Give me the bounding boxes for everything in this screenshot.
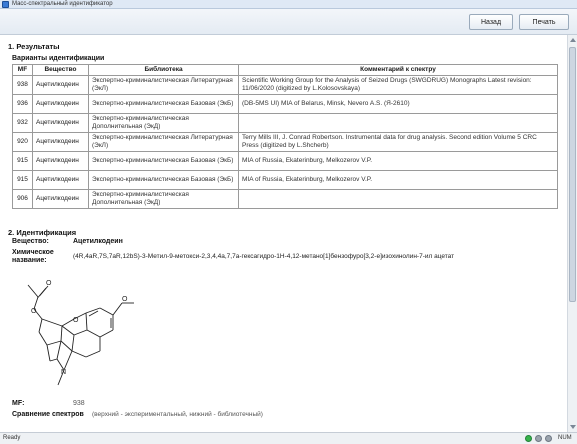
report-content: 1. Результаты Варианты идентификации MF … xyxy=(0,35,567,432)
cell-mf: 920 xyxy=(12,132,33,152)
chem-name-value: (4R,4aR,7S,7aR,12bS)-3-Метил-9-метокси-2… xyxy=(73,253,455,260)
back-button[interactable]: Назад xyxy=(469,14,513,30)
app-icon xyxy=(2,1,9,8)
cell-mf: 906 xyxy=(12,189,33,209)
variants-heading: Варианты идентификации xyxy=(12,55,105,62)
substance-value: Ацетилкодеин xyxy=(73,238,123,245)
cell-library: Экспертно-криминалистическая Литературна… xyxy=(88,132,239,152)
cell-mf: 938 xyxy=(12,75,33,95)
cell-library: Экспертно-криминалистическая Дополнитель… xyxy=(88,189,239,209)
cell-library: Экспертно-криминалистическая Базовая (Эк… xyxy=(88,94,239,114)
scroll-thumb[interactable] xyxy=(569,47,576,302)
status-indicator-gray-icon xyxy=(545,435,552,442)
cell-substance: Ацетилкодеин xyxy=(32,75,89,95)
cell-library: Экспертно-криминалистическая Базовая (Эк… xyxy=(88,151,239,171)
cell-substance: Ацетилкодеин xyxy=(32,94,89,114)
cell-mf: 932 xyxy=(12,113,33,133)
table-row[interactable]: 932 Ацетилкодеин Экспертно-криминалистич… xyxy=(12,113,558,133)
svg-text:N: N xyxy=(61,369,66,376)
table-row[interactable]: 915 Ацетилкодеин Экспертно-криминалистич… xyxy=(12,170,558,190)
results-table: MF Вещество Библиотека Комментарий к спе… xyxy=(12,64,558,209)
svg-text:O: O xyxy=(122,296,128,303)
print-button[interactable]: Печать xyxy=(519,14,569,30)
table-row[interactable]: 920 Ацетилкодеин Экспертно-криминалистич… xyxy=(12,132,558,152)
column-header-comment: Комментарий к спектру xyxy=(238,64,558,76)
vertical-scrollbar[interactable] xyxy=(567,35,577,432)
identification-heading: 2. Идентификация xyxy=(8,228,77,237)
cell-substance: Ацетилкодеин xyxy=(32,170,89,190)
cell-substance: Ацетилкодеин xyxy=(32,132,89,152)
substance-label: Вещество: xyxy=(12,238,49,245)
chem-name-label-line2: название: xyxy=(12,257,47,264)
table-row[interactable]: 915 Ацетилкодеин Экспертно-криминалистич… xyxy=(12,151,558,171)
status-text: Ready xyxy=(3,435,21,441)
title-bar: Масс-спектральный идентификатор xyxy=(0,0,577,9)
compare-spectra-note: (верхний - экспериментальный, нижний - б… xyxy=(92,411,263,418)
num-lock-indicator: NUM xyxy=(558,435,572,441)
status-indicator-green-icon xyxy=(525,435,532,442)
compare-spectra-label: Сравнение спектров xyxy=(12,411,84,418)
column-header-mf: MF xyxy=(12,64,33,76)
cell-comment: (DB-5MS UI) MIA of Belarus, Minsk, Never… xyxy=(238,94,558,114)
cell-comment xyxy=(238,113,558,133)
scroll-down-arrow-icon[interactable] xyxy=(570,425,576,429)
cell-substance: Ацетилкодеин xyxy=(32,151,89,171)
chem-name-label-line1: Химическое xyxy=(12,249,54,256)
table-row[interactable]: 936 Ацетилкодеин Экспертно-криминалистич… xyxy=(12,94,558,114)
cell-comment xyxy=(238,189,558,209)
svg-text:O: O xyxy=(46,280,52,287)
status-indicator-gray-icon xyxy=(535,435,542,442)
cell-comment: Scientific Working Group for the Analysi… xyxy=(238,75,558,95)
table-row[interactable]: 906 Ацетилкодеин Экспертно-криминалистич… xyxy=(12,189,558,209)
svg-text:O: O xyxy=(31,308,37,315)
cell-substance: Ацетилкодеин xyxy=(32,189,89,209)
cell-comment: Terry Mills III, J. Conrad Robertson. In… xyxy=(238,132,558,152)
table-header-row: MF Вещество Библиотека Комментарий к спе… xyxy=(12,64,558,76)
mf-label: MF: xyxy=(12,400,25,407)
table-row[interactable]: 938 Ацетилкодеин Экспертно-криминалистич… xyxy=(12,75,558,95)
cell-library: Экспертно-криминалистическая Базовая (Эк… xyxy=(88,170,239,190)
results-heading: 1. Результаты xyxy=(8,42,60,51)
cell-comment: MIA of Russia, Ekaterinburg, Melkozerov … xyxy=(238,151,558,171)
cell-mf: 915 xyxy=(12,170,33,190)
mf-value: 938 xyxy=(73,400,85,407)
cell-substance: Ацетилкодеин xyxy=(32,113,89,133)
cell-mf: 936 xyxy=(12,94,33,114)
status-bar: Ready NUM xyxy=(0,432,577,444)
cell-library: Экспертно-криминалистическая Литературна… xyxy=(88,75,239,95)
cell-mf: 915 xyxy=(12,151,33,171)
svg-text:O: O xyxy=(73,317,79,324)
scroll-up-arrow-icon[interactable] xyxy=(570,38,576,42)
column-header-substance: Вещество xyxy=(32,64,89,76)
toolbar: Назад Печать xyxy=(0,9,577,35)
molecule-structure-image: O O O O N xyxy=(27,280,134,386)
window-title: Масс-спектральный идентификатор xyxy=(12,1,113,7)
cell-library: Экспертно-криминалистическая Дополнитель… xyxy=(88,113,239,133)
column-header-library: Библиотека xyxy=(88,64,239,76)
cell-comment: MIA of Russia, Ekaterinburg, Melkozerov … xyxy=(238,170,558,190)
